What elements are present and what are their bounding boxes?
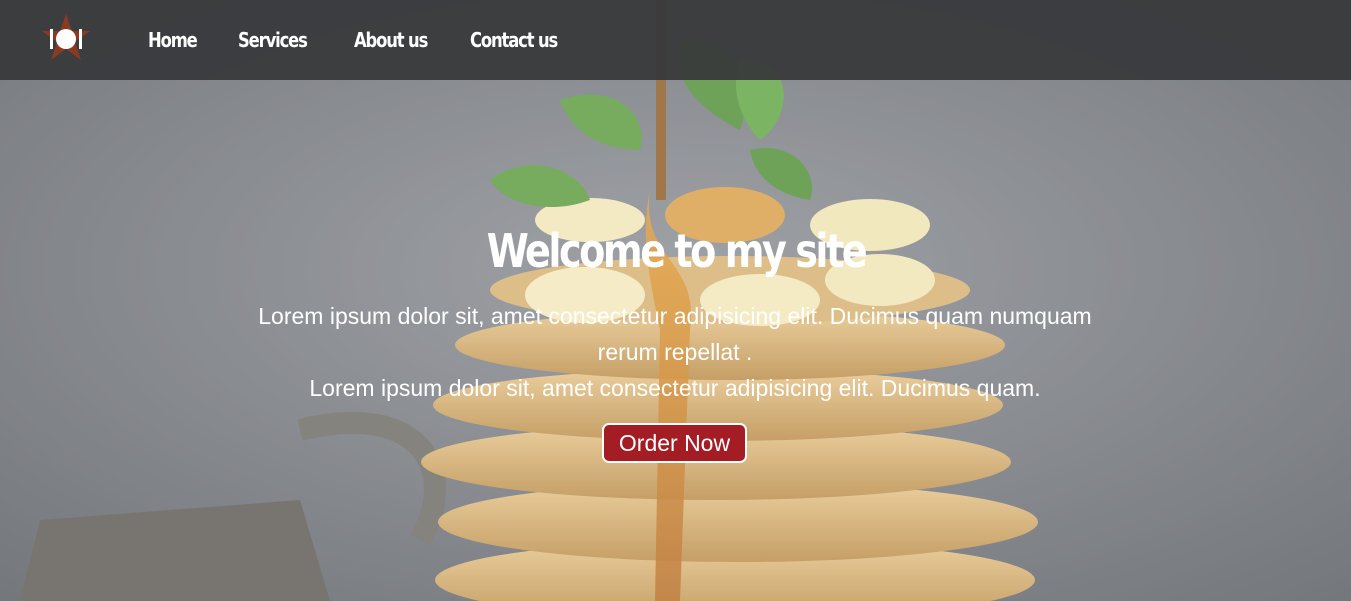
nav-link-home[interactable]: Home <box>148 28 198 52</box>
restaurant-star-plate-icon <box>38 13 94 68</box>
logo[interactable] <box>38 13 94 68</box>
top-navbar: Home Services About us Contact us <box>0 0 1351 80</box>
hero-description-line1: Lorem ipsum dolor sit, amet consectetur … <box>258 303 1092 365</box>
order-now-button[interactable]: Order Now <box>602 423 747 463</box>
nav-links: Home Services About us Contact us <box>148 28 590 52</box>
nav-link-contact-us[interactable]: Contact us <box>470 28 558 52</box>
hero-description-line2: Lorem ipsum dolor sit, amet consectetur … <box>309 375 1041 401</box>
nav-link-about-us[interactable]: About us <box>354 28 428 52</box>
hero-description: Lorem ipsum dolor sit, amet consectetur … <box>250 298 1100 406</box>
hero-title: Welcome to my site <box>486 224 867 278</box>
hero-section: Welcome to my site Lorem ipsum dolor sit… <box>0 0 1351 601</box>
nav-link-services[interactable]: Services <box>238 28 308 52</box>
